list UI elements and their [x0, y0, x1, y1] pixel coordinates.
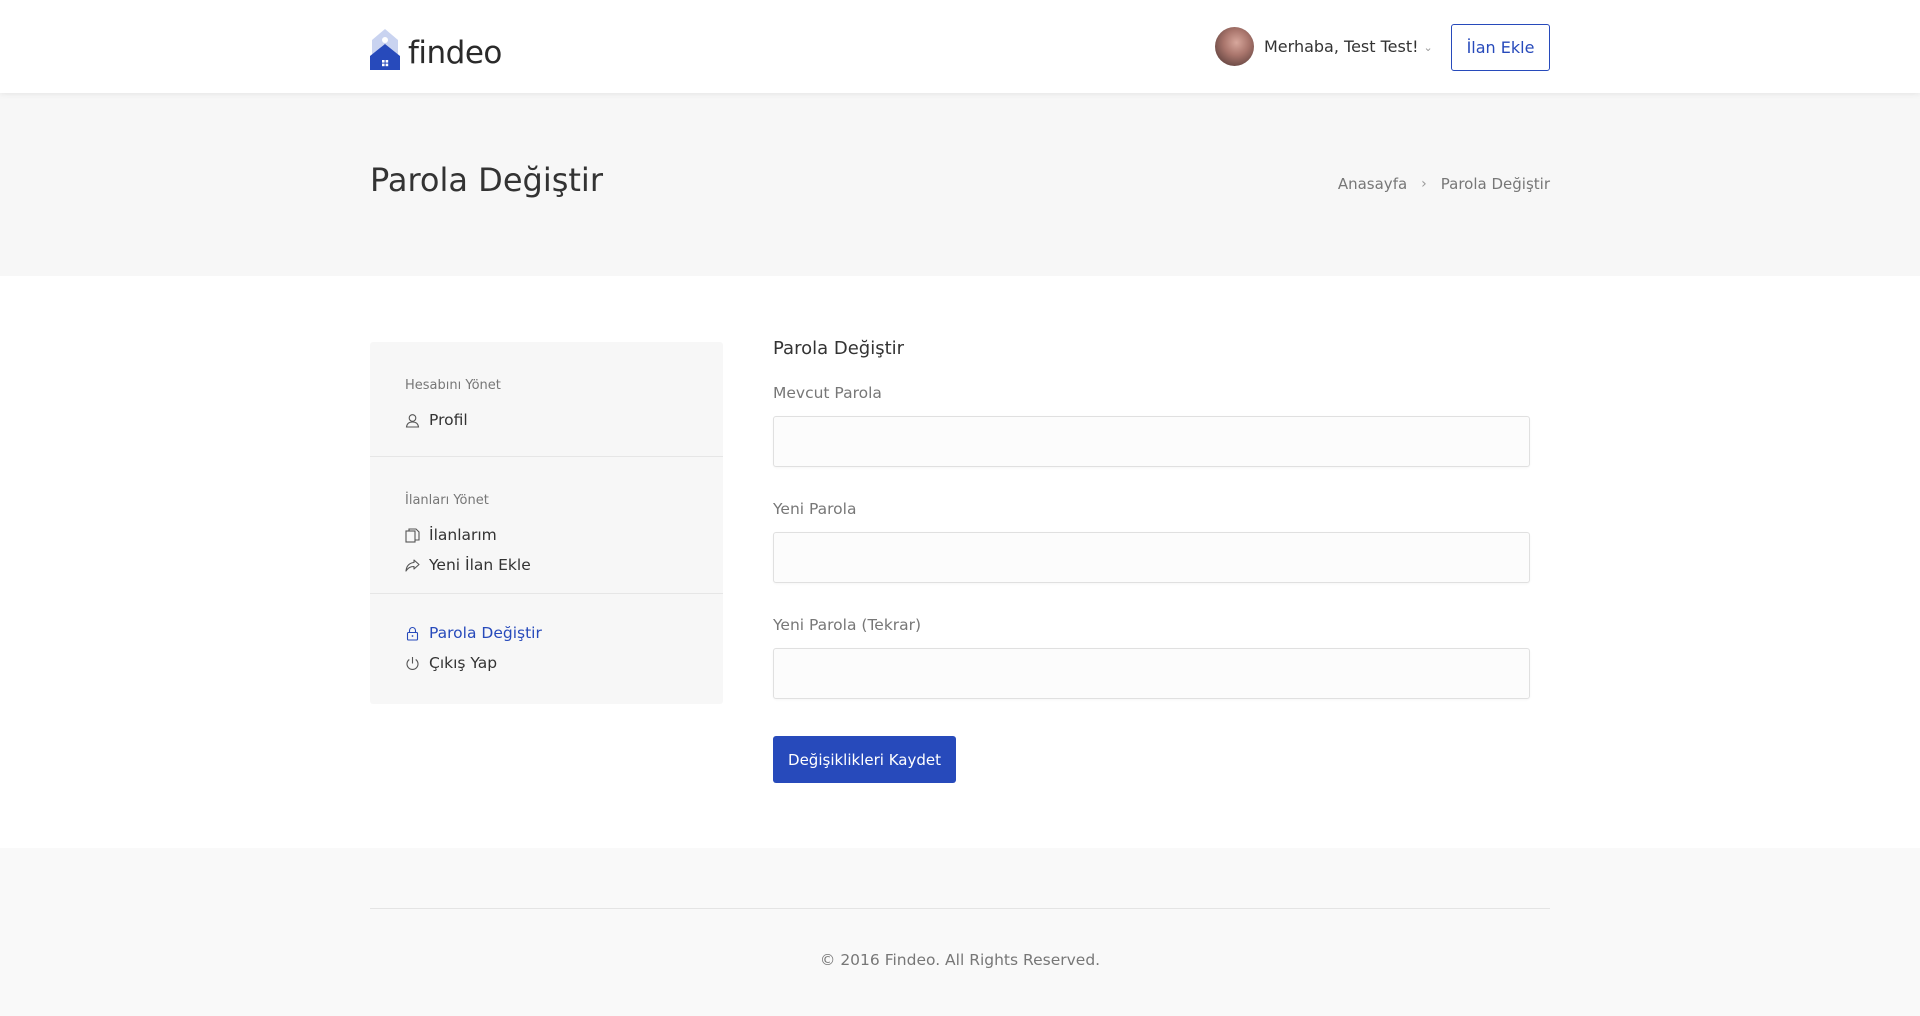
new-password-field[interactable]	[773, 532, 1530, 583]
current-password-label: Mevcut Parola	[773, 384, 882, 402]
power-icon	[405, 656, 420, 671]
sidebar-heading: İlanları Yönet	[405, 493, 489, 508]
new-password-group: Yeni Parola	[773, 500, 1530, 583]
sidebar-section-account: Hesabını Yönet Profil	[370, 342, 723, 457]
lock-icon	[405, 626, 420, 641]
logo-text: findeo	[408, 35, 502, 71]
house-logo-icon	[370, 29, 400, 70]
breadcrumb: Anasayfa › Parola Değiştir	[1338, 175, 1550, 193]
sidebar-item-label: Parola Değiştir	[429, 624, 542, 642]
footer-divider	[370, 908, 1550, 909]
sidebar-item-new-listing[interactable]: Yeni İlan Ekle	[405, 550, 688, 580]
add-listing-button[interactable]: İlan Ekle	[1451, 24, 1550, 71]
site-footer: © 2016 Findeo. All Rights Reserved.	[0, 848, 1920, 1016]
confirm-password-group: Yeni Parola (Tekrar)	[773, 616, 1530, 699]
change-password-form: Parola Değiştir Mevcut Parola Yeni Parol…	[773, 338, 1530, 783]
sidebar-item-my-listings[interactable]: İlanlarım	[405, 520, 688, 550]
user-icon	[405, 413, 420, 428]
documents-icon	[405, 527, 420, 543]
sidebar-item-label: Yeni İlan Ekle	[429, 556, 531, 574]
chevron-down-icon: ⌄	[1423, 41, 1433, 54]
user-menu[interactable]: Merhaba, Test Test! ⌄	[1215, 27, 1433, 66]
breadcrumb-current: Parola Değiştir	[1440, 175, 1550, 193]
sidebar-item-label: Çıkış Yap	[429, 654, 498, 672]
sidebar-item-change-password[interactable]: Parola Değiştir	[405, 618, 688, 648]
sidebar-item-label: Profil	[429, 411, 468, 429]
sidebar-heading: Hesabını Yönet	[405, 378, 501, 393]
sidebar-section-security: Parola Değiştir Çıkış Yap	[370, 594, 723, 678]
page-title: Parola Değiştir	[370, 161, 603, 199]
logo[interactable]: findeo	[370, 26, 502, 70]
sidebar-section-listings: İlanları Yönet İlanlarım Yeni İlan Ekle	[370, 457, 723, 594]
confirm-password-field[interactable]	[773, 648, 1530, 699]
sidebar-item-logout[interactable]: Çıkış Yap	[405, 648, 688, 678]
sidebar-item-label: İlanlarım	[429, 526, 497, 544]
site-header: findeo Merhaba, Test Test! ⌄ İlan Ekle	[0, 0, 1920, 93]
breadcrumb-separator-icon: ›	[1421, 176, 1427, 192]
save-changes-button[interactable]: Değişiklikleri Kaydet	[773, 736, 956, 783]
account-sidebar: Hesabını Yönet Profil İlanları Yönet İla…	[370, 342, 723, 704]
current-password-group: Mevcut Parola	[773, 384, 1530, 467]
new-password-label: Yeni Parola	[773, 500, 857, 518]
title-bar: Parola Değiştir Anasayfa › Parola Değişt…	[0, 93, 1920, 276]
breadcrumb-home-link[interactable]: Anasayfa	[1338, 175, 1407, 193]
form-title: Parola Değiştir	[773, 338, 905, 359]
sidebar-item-profile[interactable]: Profil	[405, 405, 688, 435]
confirm-password-label: Yeni Parola (Tekrar)	[773, 616, 922, 634]
current-password-field[interactable]	[773, 416, 1530, 467]
avatar	[1215, 27, 1254, 66]
user-greeting: Merhaba, Test Test!	[1264, 37, 1419, 56]
share-arrow-icon	[405, 558, 420, 573]
copyright-text: © 2016 Findeo. All Rights Reserved.	[819, 951, 1101, 969]
